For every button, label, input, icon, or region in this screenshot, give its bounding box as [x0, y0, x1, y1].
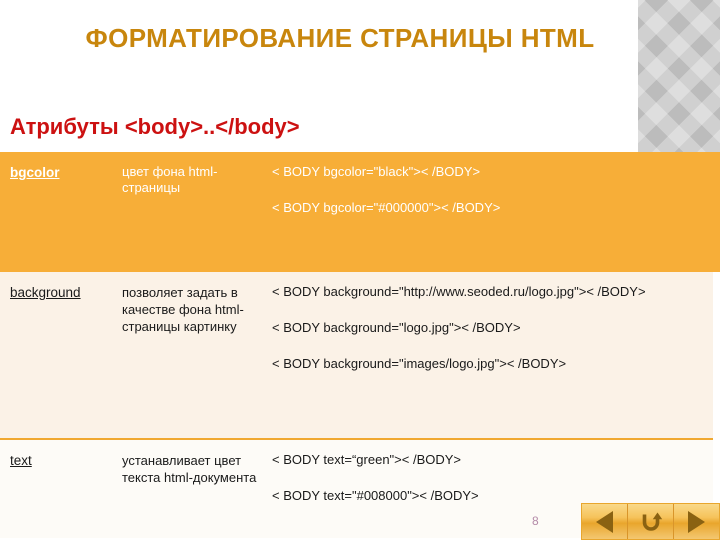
code-example: < BODY bgcolor="black">< /BODY> [272, 164, 481, 179]
triangle-left-icon [596, 510, 613, 533]
table-row: bgcolor цвет фона html-страницы < BODY b… [0, 152, 720, 272]
attribute-description-cell: цвет фона html-страницы [122, 164, 218, 195]
code-example: < BODY text=“green">< /BODY> [272, 452, 462, 467]
page-number: 8 [532, 514, 539, 528]
code-example: < BODY text="#008000">< /BODY> [272, 488, 479, 503]
attribute-description-cell: позволяет задать в качестве фона html-ст… [122, 285, 244, 334]
code-example: < BODY background="http://www.seoded.ru/… [272, 284, 646, 299]
slide-canvas: ФОРМАТИРОВАНИЕ СТРАНИЦЫ HTML Атрибуты <b… [0, 0, 720, 540]
attribute-name: background [10, 285, 81, 300]
slide-navigation [581, 503, 720, 540]
attribute-examples-cell: < BODY bgcolor="black">< /BODY> < BODY b… [272, 164, 712, 236]
attribute-name-cell: background [10, 284, 115, 302]
code-example: < BODY bgcolor="#000000">< /BODY> [272, 200, 501, 215]
attribute-name-cell: bgcolor [10, 164, 115, 182]
attributes-table: bgcolor цвет фона html-страницы < BODY b… [0, 152, 720, 538]
attribute-name: bgcolor [10, 165, 60, 180]
decorative-argyle-panel [638, 0, 720, 152]
attribute-description-cell: устанавливает цвет текста html-документа [122, 453, 257, 485]
attribute-name-cell: text [10, 452, 115, 470]
code-example: < BODY background="images/logo.jpg">< /B… [272, 356, 567, 371]
attribute-name: text [10, 453, 32, 468]
next-slide-button[interactable] [674, 504, 719, 539]
triangle-right-icon [688, 510, 705, 533]
code-example: < BODY background="logo.jpg">< /BODY> [272, 320, 521, 335]
u-turn-arrow-icon [642, 512, 662, 531]
page-title: ФОРМАТИРОВАНИЕ СТРАНИЦЫ HTML [85, 23, 595, 53]
attribute-examples-cell: < BODY background="http://www.seoded.ru/… [272, 284, 712, 392]
table-row: background позволяет задать в качестве ф… [0, 272, 713, 440]
section-subtitle: Атрибуты <body>..</body> [10, 114, 300, 139]
return-slide-button[interactable] [628, 504, 674, 539]
previous-slide-button[interactable] [582, 504, 628, 539]
